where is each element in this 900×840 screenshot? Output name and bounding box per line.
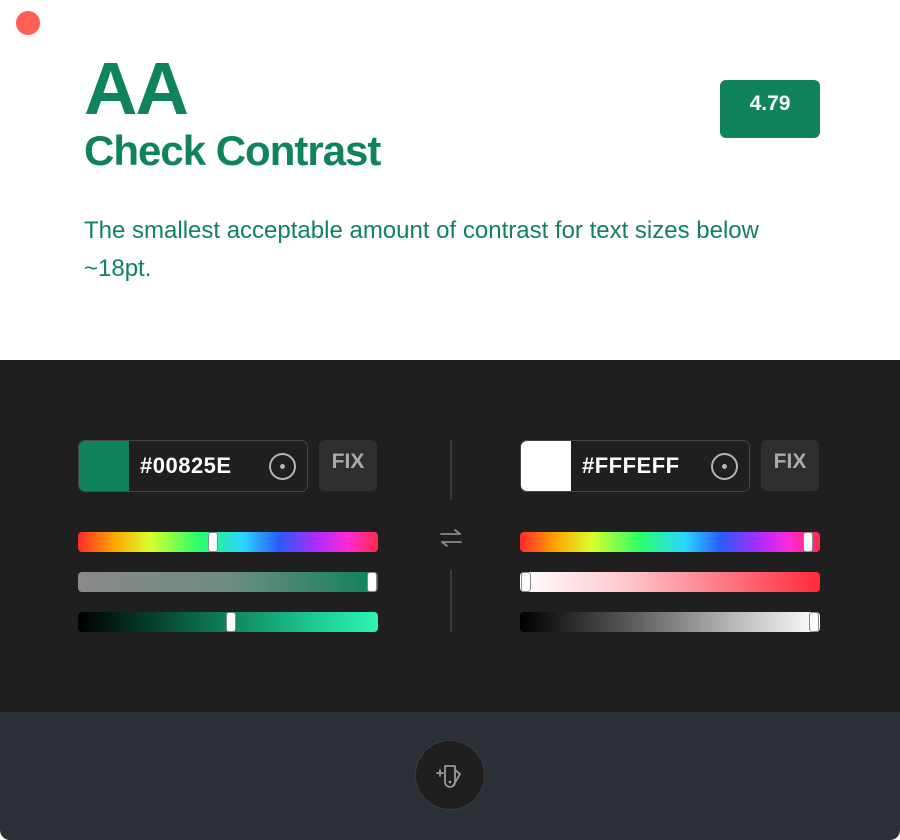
eyedropper-icon[interactable] [269, 453, 296, 480]
level-description: The smallest acceptable amount of contra… [84, 217, 759, 282]
palette-button[interactable] [415, 740, 485, 810]
slider-thumb[interactable] [803, 532, 813, 552]
background-fix-button[interactable]: FIX [761, 440, 819, 491]
background-hex-input[interactable]: #FFFEFF [582, 453, 680, 479]
eyedropper-icon[interactable] [711, 453, 738, 480]
foreground-fix-button[interactable]: FIX [319, 440, 377, 491]
app-window: AA Check Contrast The smallest acceptabl… [0, 0, 900, 840]
slider-thumb[interactable] [809, 612, 819, 632]
foreground-color-field[interactable]: #00825E [78, 440, 308, 492]
close-icon[interactable] [16, 11, 40, 35]
background-saturation-slider[interactable] [520, 572, 820, 592]
slider-thumb[interactable] [367, 572, 377, 592]
background-color-field[interactable]: #FFFEFF [520, 440, 750, 492]
background-lightness-slider[interactable] [520, 612, 820, 632]
foreground-hex-input[interactable]: #00825E [140, 453, 232, 479]
page-title: Check Contrast [84, 127, 381, 174]
column-divider [450, 440, 452, 500]
foreground-hue-slider[interactable] [78, 532, 378, 552]
slider-thumb[interactable] [226, 612, 236, 632]
palette-icon [436, 765, 461, 788]
contrast-ratio-badge: 4.79 [720, 80, 820, 138]
footer-bar [0, 712, 900, 840]
background-hue-slider[interactable] [520, 532, 820, 552]
foreground-saturation-slider[interactable] [78, 572, 378, 592]
foreground-swatch[interactable] [79, 441, 129, 491]
slider-thumb[interactable] [521, 572, 531, 592]
background-swatch[interactable] [521, 441, 571, 491]
conformance-level: AA [84, 47, 189, 130]
preview-panel: AA Check Contrast The smallest acceptabl… [0, 0, 900, 360]
foreground-lightness-slider[interactable] [78, 612, 378, 632]
column-divider [450, 570, 452, 632]
slider-thumb[interactable] [208, 532, 218, 552]
color-controls: #00825E FIX #FFFEFF FIX [0, 360, 900, 712]
swap-icon[interactable] [438, 526, 464, 550]
